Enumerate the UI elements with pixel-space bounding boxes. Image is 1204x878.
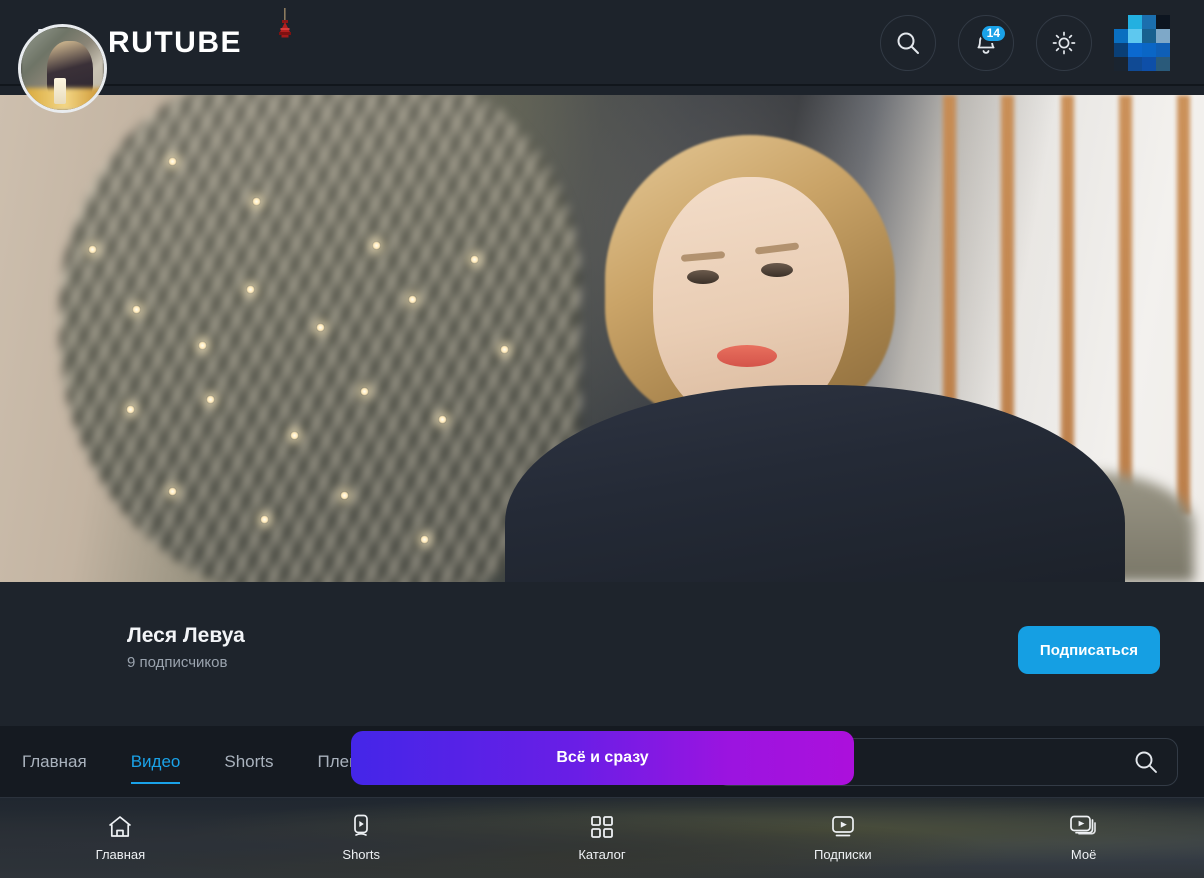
search-icon — [897, 32, 919, 54]
bottom-navigation: Главная Shorts Каталог Подписки Моё — [0, 798, 1204, 878]
rutube-logo[interactable]: RUTUBE — [108, 7, 291, 59]
search-button[interactable] — [880, 14, 936, 71]
christmas-ornament-icon — [279, 7, 291, 37]
nav-label: Главная — [95, 847, 146, 862]
tab-video[interactable]: Видео — [130, 726, 180, 798]
channel-banner — [0, 95, 1204, 582]
logo-text: RUTUBE — [108, 25, 242, 59]
eye — [761, 263, 793, 277]
nav-item-catalog[interactable]: Каталог — [482, 814, 723, 862]
user-avatar[interactable] — [1114, 14, 1170, 71]
nav-label: Shorts — [342, 847, 380, 862]
top-header: RUTUBE 14 — [0, 0, 1204, 85]
lips — [717, 345, 777, 367]
sun-icon — [1052, 31, 1076, 54]
channel-tabs: Главная Видео Shorts Плейлисты — [22, 726, 407, 798]
channel-avatar-candle — [54, 78, 66, 104]
grid-icon — [589, 814, 615, 840]
channel-name: Леся Левуа — [127, 624, 245, 647]
header-divider — [0, 84, 1204, 86]
nav-item-shorts[interactable]: Shorts — [241, 814, 482, 862]
channel-subscribers-count: 9 подписчиков — [127, 654, 228, 671]
home-icon — [106, 814, 134, 840]
header-actions: 14 — [880, 14, 1170, 71]
notifications-button[interactable]: 14 — [958, 14, 1014, 71]
nav-label: Подписки — [813, 847, 872, 862]
theme-toggle-button[interactable] — [1036, 14, 1092, 71]
channel-owner-photo — [505, 135, 1125, 582]
promo-banner[interactable]: Всё и сразу — [351, 731, 854, 785]
notifications-badge: 14 — [979, 23, 1007, 43]
nav-label: Моё — [1070, 847, 1097, 862]
nav-item-subscriptions[interactable]: Подписки — [722, 814, 963, 862]
subscriptions-icon — [828, 814, 858, 840]
tab-shorts[interactable]: Shorts — [224, 726, 273, 798]
search-icon[interactable] — [1133, 749, 1159, 775]
channel-avatar[interactable] — [18, 24, 107, 113]
nav-item-my[interactable]: Моё — [963, 814, 1204, 862]
tab-glavnaya[interactable]: Главная — [22, 726, 87, 798]
shorts-icon — [348, 814, 374, 840]
eye — [687, 270, 719, 284]
my-videos-icon — [1068, 814, 1100, 840]
nav-item-home[interactable]: Главная — [0, 814, 241, 862]
nav-label: Каталог — [578, 847, 626, 862]
subscribe-button[interactable]: Подписаться — [1017, 626, 1160, 674]
torso — [505, 385, 1125, 582]
